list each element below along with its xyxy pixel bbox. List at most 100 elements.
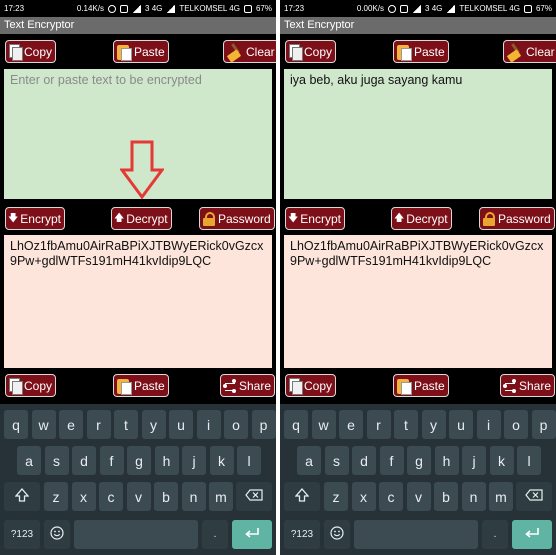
key-p[interactable]: p — [531, 410, 556, 439]
enter-key[interactable] — [512, 520, 552, 549]
output-copy-button[interactable]: Copy — [285, 374, 337, 397]
key-v[interactable]: v — [126, 482, 151, 511]
signal-icon — [166, 4, 176, 13]
key-u[interactable]: u — [169, 410, 193, 439]
key-h[interactable]: h — [434, 446, 459, 475]
key-z[interactable]: z — [324, 482, 348, 511]
key-s[interactable]: s — [44, 446, 69, 475]
key-a[interactable]: a — [297, 446, 321, 475]
key-n[interactable]: n — [461, 482, 486, 511]
output-paste-button[interactable]: Paste — [393, 374, 449, 397]
key-m[interactable]: m — [209, 482, 233, 511]
key-u[interactable]: u — [449, 410, 473, 439]
key-g[interactable]: g — [407, 446, 431, 475]
key-z[interactable]: z — [44, 482, 68, 511]
key-l[interactable]: l — [517, 446, 541, 475]
key-y[interactable]: y — [141, 410, 166, 439]
key-x[interactable]: x — [351, 482, 376, 511]
input-placeholder: Enter or paste text to be encrypted — [10, 73, 202, 87]
key-t[interactable]: t — [394, 410, 418, 439]
key-h[interactable]: h — [154, 446, 179, 475]
key-y[interactable]: y — [421, 410, 446, 439]
plaintext-input[interactable]: iya beb, aku juga sayang kamu — [284, 69, 552, 199]
key-j[interactable]: j — [462, 446, 486, 475]
key-p[interactable]: p — [251, 410, 276, 439]
key-j[interactable]: j — [182, 446, 206, 475]
shift-arrow-icon — [14, 488, 30, 505]
copy-button[interactable]: Copy — [5, 40, 57, 63]
key-r[interactable]: r — [86, 410, 111, 439]
symbols-key[interactable]: ?123 — [284, 520, 320, 549]
status-carrier: TELKOMSEL 4G — [179, 4, 240, 13]
password-button-label: Password — [498, 211, 551, 226]
key-m[interactable]: m — [489, 482, 513, 511]
clear-button-label: Clear — [246, 44, 275, 59]
paste-button[interactable]: Paste — [113, 40, 169, 63]
alarm-icon — [388, 4, 397, 13]
key-v[interactable]: v — [406, 482, 431, 511]
encrypt-button[interactable]: 🡇 Encrypt — [285, 207, 345, 230]
shift-key[interactable] — [4, 482, 40, 511]
key-b[interactable]: b — [434, 482, 458, 511]
paste-button[interactable]: Paste — [393, 40, 449, 63]
key-n[interactable]: n — [181, 482, 206, 511]
key-d[interactable]: d — [352, 446, 376, 475]
key-d[interactable]: d — [72, 446, 96, 475]
key-e[interactable]: e — [339, 410, 363, 439]
key-k[interactable]: k — [209, 446, 234, 475]
share-button[interactable]: Share — [500, 374, 556, 397]
key-f[interactable]: f — [99, 446, 124, 475]
share-button[interactable]: Share — [220, 374, 276, 397]
ciphertext-output[interactable]: LhOz1fbAmu0AirRaBPiXJTBWyERick0vGzcx9Pw+… — [4, 235, 272, 368]
clear-button[interactable]: Clear — [503, 40, 556, 63]
output-paste-button[interactable]: Paste — [113, 374, 169, 397]
decrypt-button[interactable]: 🡅 Decrypt — [111, 207, 172, 230]
copy-button-label: Copy — [24, 44, 53, 59]
decrypt-button[interactable]: 🡅 Decrypt — [391, 207, 452, 230]
enter-key[interactable] — [232, 520, 272, 549]
period-key[interactable]: . — [202, 520, 228, 549]
key-o[interactable]: o — [504, 410, 528, 439]
key-g[interactable]: g — [127, 446, 151, 475]
encrypt-button[interactable]: 🡇 Encrypt — [5, 207, 65, 230]
key-w[interactable]: w — [31, 410, 56, 439]
clear-button[interactable]: Clear — [223, 40, 276, 63]
password-button-label: Password — [218, 211, 271, 226]
backspace-key[interactable] — [236, 482, 272, 511]
key-q[interactable]: q — [284, 410, 308, 439]
password-button[interactable]: Password — [479, 207, 555, 230]
ciphertext-output[interactable]: LhOz1fbAmu0AirRaBPiXJTBWyERick0vGzcx9Pw+… — [284, 235, 552, 368]
key-a[interactable]: a — [17, 446, 41, 475]
copy-button[interactable]: Copy — [285, 40, 337, 63]
output-copy-button[interactable]: Copy — [5, 374, 57, 397]
key-c[interactable]: c — [99, 482, 123, 511]
period-key[interactable]: . — [482, 520, 508, 549]
key-c[interactable]: c — [379, 482, 403, 511]
key-t[interactable]: t — [114, 410, 138, 439]
key-o[interactable]: o — [224, 410, 248, 439]
space-key[interactable] — [74, 520, 198, 549]
copy-icon — [288, 377, 303, 395]
key-b[interactable]: b — [154, 482, 178, 511]
key-l[interactable]: l — [237, 446, 261, 475]
backspace-key[interactable] — [516, 482, 552, 511]
share-icon — [223, 379, 237, 393]
key-f[interactable]: f — [379, 446, 404, 475]
key-s[interactable]: s — [324, 446, 349, 475]
key-i[interactable]: i — [196, 410, 221, 439]
shift-key[interactable] — [284, 482, 320, 511]
key-e[interactable]: e — [59, 410, 83, 439]
key-r[interactable]: r — [366, 410, 391, 439]
key-w[interactable]: w — [311, 410, 336, 439]
space-key[interactable] — [354, 520, 478, 549]
soft-keyboard: q w e r t y u i o p a s d f g h j k l z x c v b n m ?123. — [280, 404, 556, 555]
emoji-key[interactable] — [324, 520, 350, 549]
password-button[interactable]: Password — [199, 207, 275, 230]
key-k[interactable]: k — [489, 446, 514, 475]
key-i[interactable]: i — [476, 410, 501, 439]
key-x[interactable]: x — [71, 482, 96, 511]
symbols-key[interactable]: ?123 — [4, 520, 40, 549]
encrypt-button-label: Encrypt — [20, 211, 61, 226]
emoji-key[interactable] — [44, 520, 70, 549]
key-q[interactable]: q — [4, 410, 28, 439]
